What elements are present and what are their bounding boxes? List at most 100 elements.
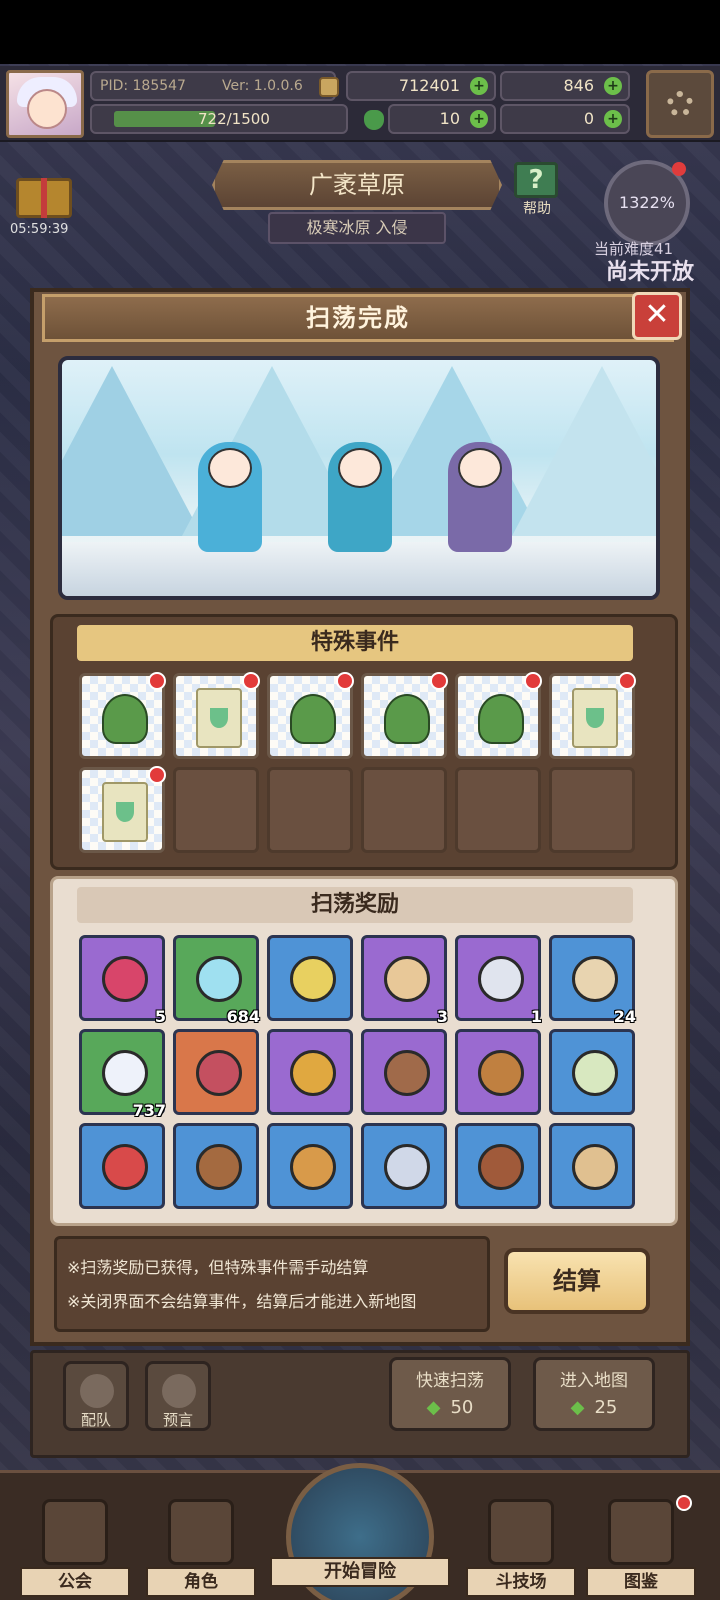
reward-slot[interactable]: 3 [361,935,448,1026]
nav-arena[interactable]: 斗技场 [466,1499,576,1599]
nav-codex[interactable]: 图鉴 [586,1495,696,1599]
reward-slot[interactable] [173,1029,259,1115]
pid-panel: PID: 185547 Ver: 1.0.0.6 [90,71,336,101]
player-avatar[interactable] [6,70,84,138]
reward-quantity: 684 [226,1007,260,1026]
nav-character[interactable]: 角色 [146,1499,256,1599]
enter-map-cost: 25 [536,1397,652,1418]
leather-armor-icon [196,1144,242,1190]
event-slot[interactable] [79,766,166,853]
nav-adventure-label: 开始冒险 [270,1557,450,1587]
crown-ring-icon [478,1050,524,1096]
gear-icon [667,91,693,117]
reward-slot[interactable] [361,1029,447,1115]
quick-sweep-cost: 50 [392,1397,508,1418]
add-gold-icon[interactable]: + [470,77,488,95]
event-slot[interactable] [361,672,448,759]
goblin-icon [290,694,336,744]
gold-ring-icon [290,1050,336,1096]
reward-slot[interactable] [455,1123,541,1209]
settle-button[interactable]: 结算 [504,1248,650,1314]
add-horn-icon[interactable]: + [604,110,622,128]
nav-adventure[interactable]: 开始冒险 [270,1463,450,1600]
notification-dot [148,766,166,784]
event-slot[interactable] [79,672,166,759]
hero-water-mage [328,442,392,552]
goblin-icon [102,694,148,744]
nav-character-label: 角色 [146,1567,256,1597]
add-gem-icon[interactable]: + [604,77,622,95]
reward-slot[interactable]: 684 [173,935,260,1026]
add-clover-icon[interactable]: + [470,110,488,128]
quick-sweep-label: 快速扫荡 [416,1371,484,1391]
notification-dot [676,1495,692,1511]
prophecy-button[interactable]: 预言 [145,1361,211,1431]
ore-icon [478,956,524,1002]
event-slot[interactable] [455,672,542,759]
location-name[interactable]: 广袤草原 [212,160,502,210]
book-icon [608,1499,674,1565]
events-heading: 特殊事件 [77,625,633,661]
gold-value: 712401 [398,76,460,95]
gem-counter: 846 + [500,71,630,101]
prophecy-label: 预言 [162,1411,193,1429]
reward-slot[interactable] [267,1123,353,1209]
coin-icon [319,77,339,97]
notification-dot [524,672,542,690]
mountain-shape [512,366,656,536]
close-button[interactable]: ✕ [632,292,682,340]
not-open-label: 尚未开放 [606,260,695,285]
sweep-rewards-section: 扫荡奖励 5 684 3 1 24 737 [50,876,678,1226]
gem-value: 846 [563,76,594,95]
quick-sweep-button[interactable]: 快速扫荡 50 [389,1357,511,1431]
reward-slot[interactable]: 5 [79,935,166,1026]
reward-slot[interactable] [79,1123,165,1209]
notification-dot [336,672,354,690]
necklace-icon [572,1144,618,1190]
reward-slot[interactable] [361,1123,447,1209]
reward-slot[interactable] [267,935,353,1021]
empty-event-slot [549,767,635,853]
gift-box-icon[interactable] [16,178,72,218]
bottom-navigation: 公会 角色 开始冒险 斗技场 图鉴 [0,1463,720,1600]
reward-slot[interactable]: 24 [549,935,636,1026]
reward-slot[interactable] [455,1029,541,1115]
help-button[interactable]: ? 帮助 [514,162,560,217]
notification-dot [430,672,448,690]
enter-map-label: 进入地图 [560,1371,628,1391]
horn-value: 0 [583,109,594,128]
team-button[interactable]: 配队 [63,1361,129,1431]
event-slot[interactable] [549,672,636,759]
reward-slot[interactable] [267,1029,353,1115]
reward-quantity: 5 [154,1007,166,1026]
character-icon [168,1499,234,1565]
dialog-title: 扫荡完成 [42,294,674,342]
nav-guild[interactable]: 公会 [20,1499,130,1599]
enter-map-button[interactable]: 进入地图 25 [533,1357,655,1431]
lower-action-panel: 配队 预言 快速扫荡 50 进入地图 25 [30,1350,690,1458]
settings-button[interactable] [646,70,714,138]
reward-slot[interactable] [549,1123,635,1209]
notification-dot [618,672,636,690]
nav-codex-label: 图鉴 [586,1567,696,1597]
reward-slot[interactable]: 737 [79,1029,166,1120]
gold-counter: 712401 + [346,71,496,101]
event-slot[interactable] [267,672,354,759]
avatar-face [27,89,67,129]
empty-event-slot [267,767,353,853]
event-slot[interactable] [173,672,260,759]
scroll-icon [572,688,618,748]
help-label: 帮助 [523,201,551,217]
gift-timer: 05:59:39 [10,222,69,237]
hero-rabbit-knight [448,442,512,552]
reward-slot[interactable] [549,1029,635,1115]
reward-slot[interactable]: 1 [455,935,542,1026]
empty-event-slot [455,767,541,853]
clover-value: 10 [439,109,460,128]
sweep-complete-dialog: 扫荡完成 ✕ 特殊事件 扫荡奖励 5 684 3 1 24 737 ※扫荡奖励已获得，但特… [30,288,690,1346]
notification-dot [148,672,166,690]
nav-guild-label: 公会 [20,1567,130,1597]
clover-icon [364,110,384,130]
notice-line-2: ※关闭界面不会结算事件，结算后才能进入新地图 [67,1292,417,1311]
reward-slot[interactable] [173,1123,259,1209]
